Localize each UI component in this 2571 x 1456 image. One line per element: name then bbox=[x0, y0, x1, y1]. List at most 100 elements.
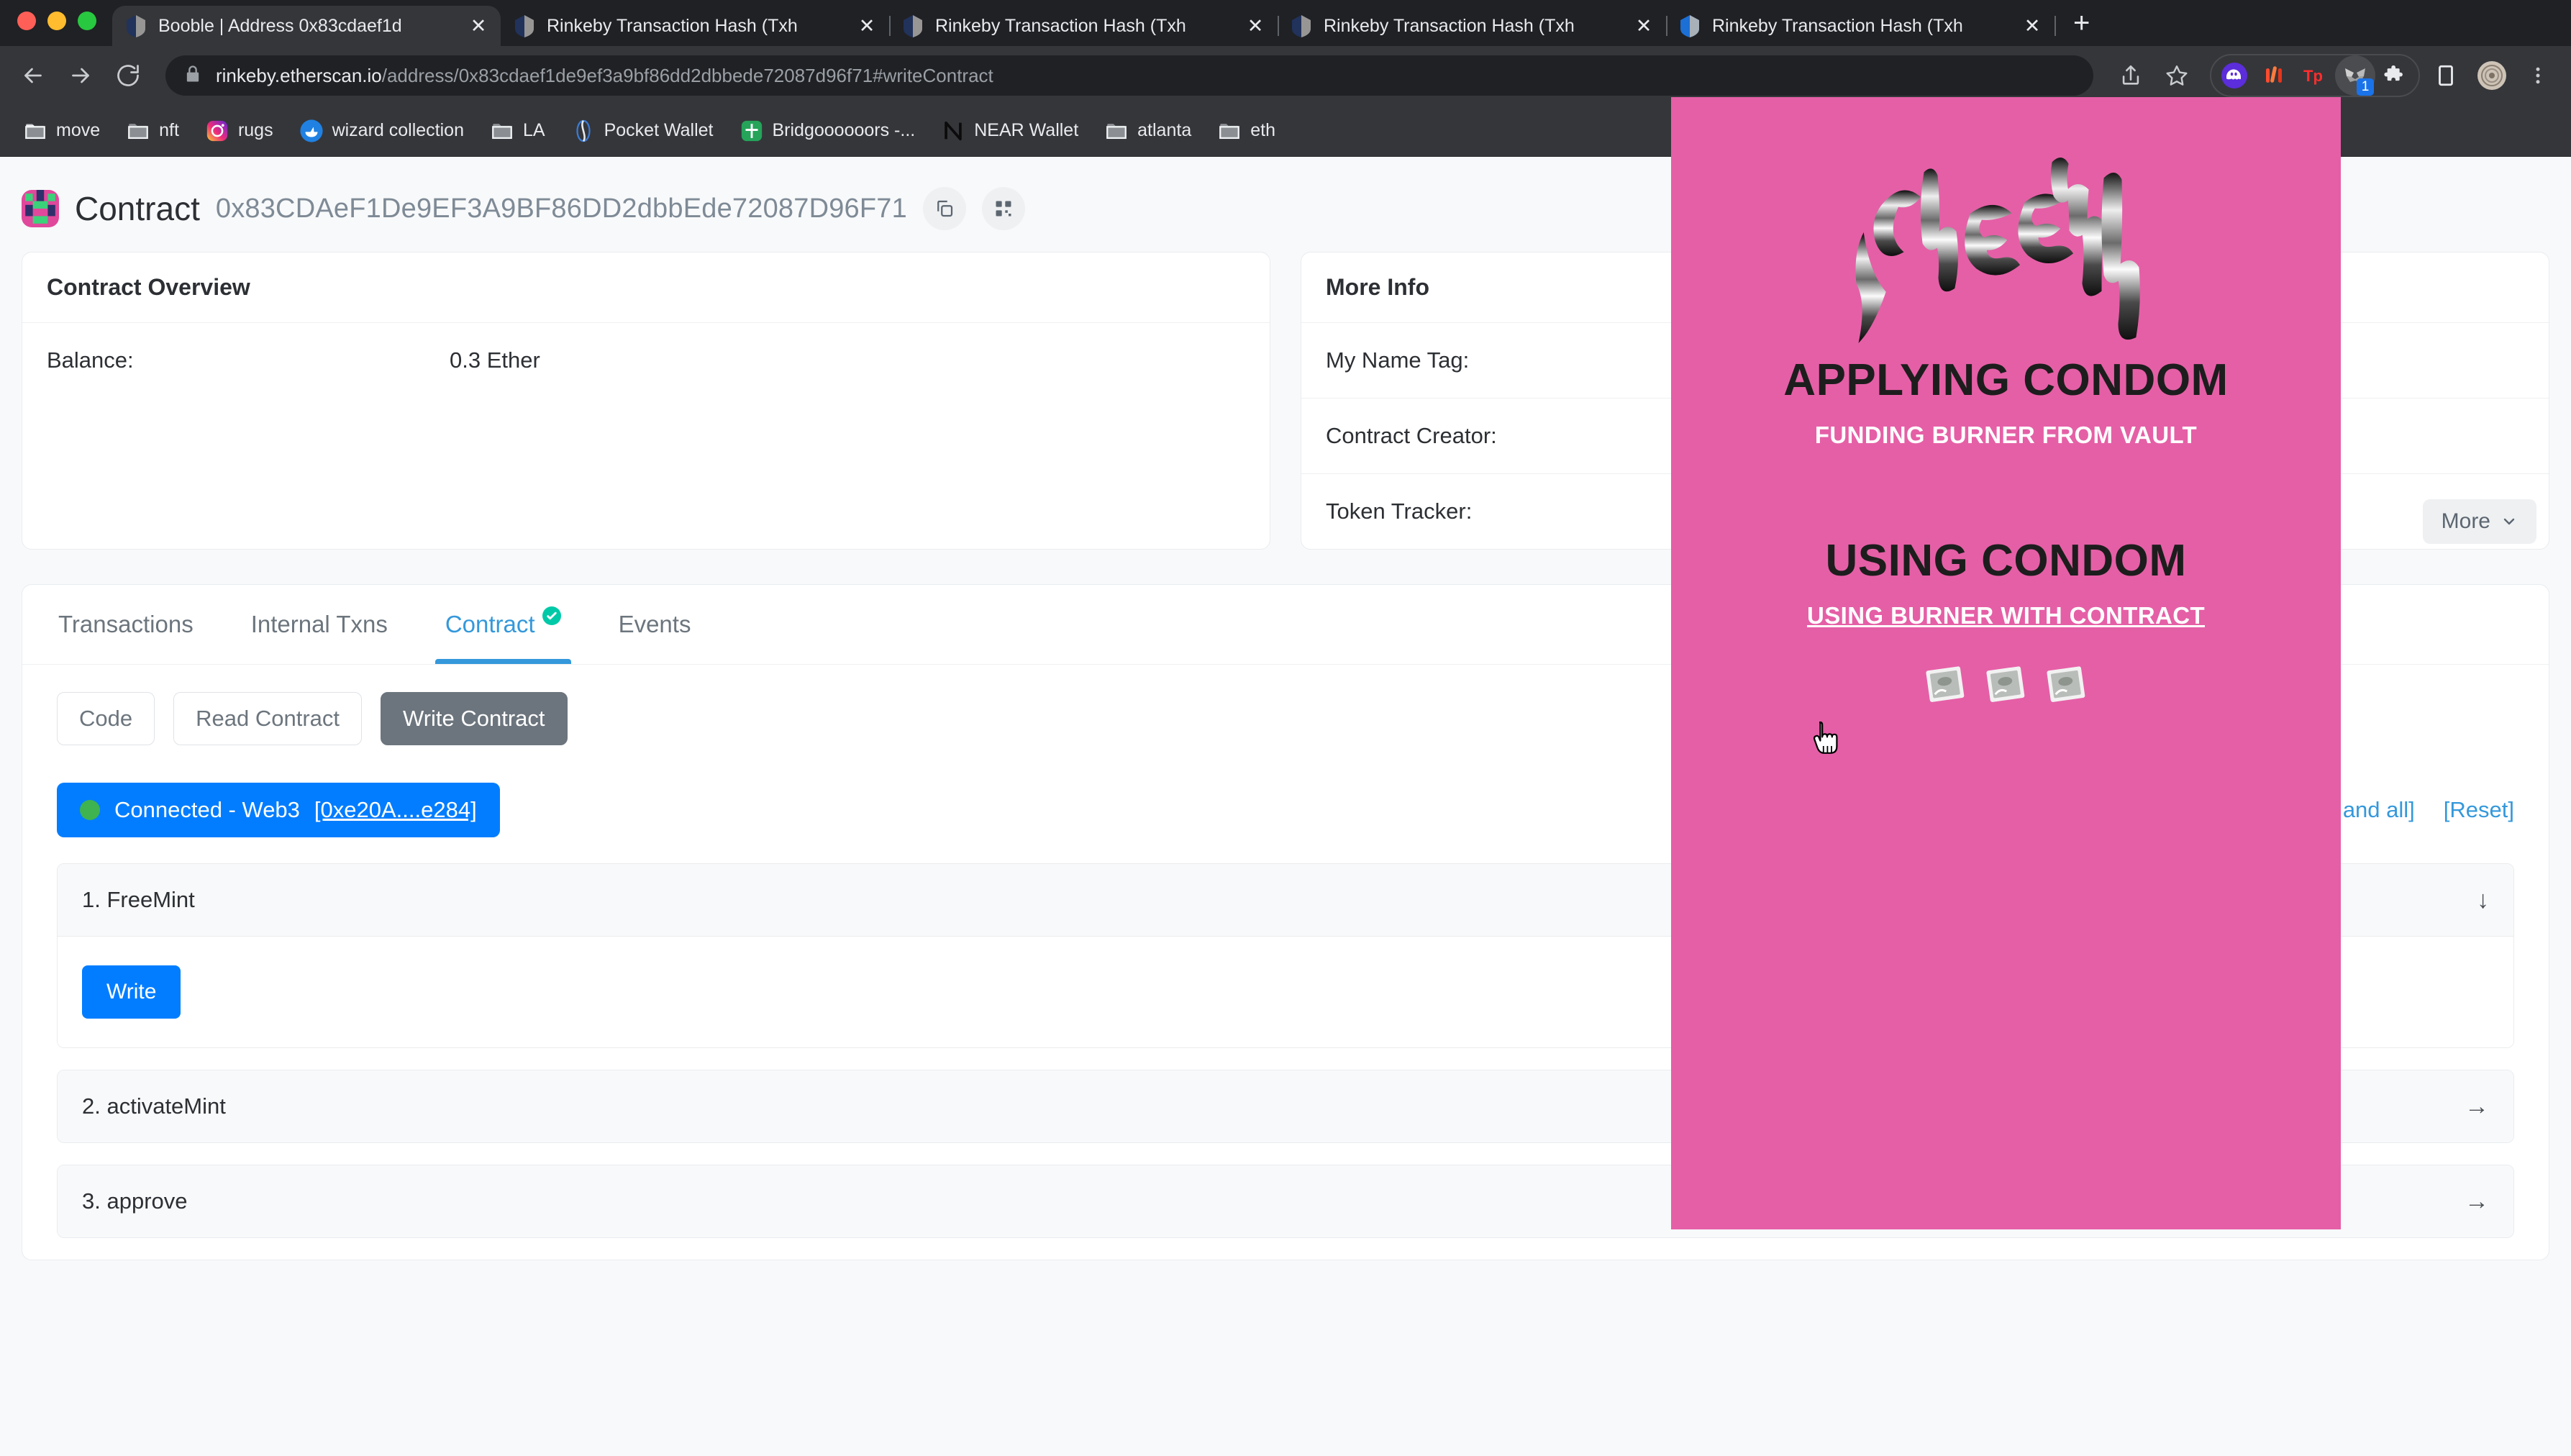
metamask-icon[interactable]: 1 bbox=[2335, 55, 2375, 96]
etherscan-favicon bbox=[1678, 14, 1702, 38]
overlay-spacer bbox=[1671, 449, 2341, 535]
bookmark-item[interactable]: NEAR Wallet bbox=[931, 113, 1088, 149]
bookmark-item[interactable]: Pocket Wallet bbox=[561, 113, 724, 149]
browser-tab[interactable]: Rinkeby Transaction Hash (Txh ✕ bbox=[889, 6, 1279, 46]
folder-icon bbox=[1106, 123, 1127, 139]
condom-packet-icon bbox=[1984, 664, 2029, 706]
browser-tab[interactable]: Rinkeby Transaction Hash (Txh ✕ bbox=[1666, 6, 2056, 46]
etherscan-favicon bbox=[124, 14, 148, 38]
profile-avatar[interactable] bbox=[2472, 55, 2512, 96]
bookmark-item[interactable]: Bridgoooooors -... bbox=[729, 113, 926, 149]
bridge-icon bbox=[741, 120, 762, 141]
extensions-pill: Tp 1 bbox=[2210, 54, 2420, 97]
contract-overview-card: Contract Overview Balance: 0.3 Ether bbox=[22, 252, 1270, 550]
subtab-read-contract[interactable]: Read Contract bbox=[173, 692, 362, 745]
tokenpocket-icon[interactable]: Tp bbox=[2295, 55, 2335, 96]
bookmark-item[interactable]: eth bbox=[1207, 113, 1286, 149]
folder-icon bbox=[128, 123, 149, 139]
close-window-button[interactable] bbox=[17, 12, 36, 30]
browser-tab[interactable]: Booble | Address 0x83cdaef1d ✕ bbox=[112, 6, 501, 46]
minimize-window-button[interactable] bbox=[47, 12, 66, 30]
page-title: Contract bbox=[75, 190, 200, 227]
tab-label: Internal Txns bbox=[250, 611, 388, 637]
address-bar[interactable]: rinkeby.etherscan.io/address/0x83cdaef1d… bbox=[165, 55, 2093, 96]
bookmark-item[interactable]: wizard collection bbox=[289, 113, 474, 149]
reset-link[interactable]: [Reset] bbox=[2444, 797, 2514, 823]
expand-all-link[interactable]: and all] bbox=[2343, 797, 2415, 823]
etherscan-favicon bbox=[901, 14, 925, 38]
copy-icon[interactable] bbox=[922, 187, 966, 230]
overlay-link-using-burner[interactable]: USING BURNER WITH CONTRACT bbox=[1671, 602, 2341, 629]
url-text: rinkeby.etherscan.io/address/0x83cdaef1d… bbox=[216, 65, 993, 87]
browser-tab-title: Rinkeby Transaction Hash (Txh bbox=[935, 15, 1186, 36]
lock-icon bbox=[183, 64, 203, 88]
browser-menu-icon[interactable] bbox=[2518, 55, 2558, 96]
tab-contract[interactable]: Contract bbox=[417, 585, 590, 664]
close-tab-button[interactable]: ✕ bbox=[2021, 15, 2043, 37]
window-controls[interactable] bbox=[7, 12, 112, 46]
condom-overlay-panel: APPLYING CONDOM FUNDING BURNER FROM VAUL… bbox=[1671, 97, 2341, 1229]
bookmark-item[interactable]: move bbox=[13, 113, 110, 149]
bookmark-label: Pocket Wallet bbox=[604, 120, 714, 140]
new-tab-button[interactable]: + bbox=[2073, 9, 2090, 37]
share-icon[interactable] bbox=[2111, 55, 2151, 96]
contract-overview-body: Balance: 0.3 Ether bbox=[22, 323, 1270, 539]
bookmark-item[interactable]: nft bbox=[116, 113, 189, 149]
bookmark-item[interactable]: rugs bbox=[195, 113, 283, 149]
bookmark-item[interactable]: LA bbox=[480, 113, 555, 149]
svg-text:Tp: Tp bbox=[2303, 67, 2323, 85]
bookmark-star-icon[interactable] bbox=[2157, 55, 2197, 96]
arrow-right-icon[interactable]: → bbox=[2465, 1189, 2489, 1214]
chevron-down-icon[interactable]: ↓ bbox=[2477, 888, 2489, 912]
arrow-right-icon[interactable]: → bbox=[2465, 1094, 2489, 1119]
tab-events[interactable]: Events bbox=[590, 585, 720, 664]
extension-badge-count: 1 bbox=[2357, 78, 2374, 96]
close-tab-button[interactable]: ✕ bbox=[468, 15, 489, 37]
back-button[interactable] bbox=[13, 55, 53, 96]
contract-creator-label: Contract Creator: bbox=[1326, 423, 1497, 448]
folder-icon bbox=[25, 123, 45, 139]
connected-address[interactable]: [0xe20A....e284] bbox=[314, 797, 477, 823]
rainbow-wallet-icon[interactable] bbox=[2254, 55, 2295, 96]
bookmark-label: wizard collection bbox=[332, 120, 464, 140]
pocket-wallet-icon bbox=[575, 119, 591, 142]
tab-transactions[interactable]: Transactions bbox=[29, 585, 222, 664]
opensea-icon bbox=[299, 119, 323, 142]
more-button[interactable]: More bbox=[2422, 499, 2536, 544]
browser-tab-title: Rinkeby Transaction Hash (Txh bbox=[1712, 15, 1963, 36]
subtab-code[interactable]: Code bbox=[57, 692, 155, 745]
browser-tab[interactable]: Rinkeby Transaction Hash (Txh ✕ bbox=[501, 6, 891, 46]
write-button[interactable]: Write bbox=[82, 965, 181, 1019]
qr-code-icon[interactable] bbox=[981, 187, 1025, 230]
tab-internal-txns[interactable]: Internal Txns bbox=[222, 585, 417, 664]
browser-tab-title: Rinkeby Transaction Hash (Txh bbox=[1324, 15, 1575, 36]
maximize-window-button[interactable] bbox=[78, 12, 96, 30]
forward-button[interactable] bbox=[60, 55, 101, 96]
token-tracker-label: Token Tracker: bbox=[1326, 499, 1473, 524]
overlay-heading-using: USING CONDOM bbox=[1825, 536, 2187, 586]
function-title: 3. approve bbox=[82, 1188, 188, 1214]
phantom-wallet-icon[interactable] bbox=[2214, 55, 2254, 96]
browser-tab[interactable]: Rinkeby Transaction Hash (Txh ✕ bbox=[1278, 6, 1667, 46]
contract-address: 0x83CDAeF1De9EF3A9BF86DD2dbbEde72087D96F… bbox=[215, 193, 907, 224]
reload-button[interactable] bbox=[108, 55, 148, 96]
more-button-label: More bbox=[2441, 509, 2490, 533]
function-title: 2. activateMint bbox=[82, 1093, 226, 1119]
verified-check-icon bbox=[542, 606, 561, 625]
subtab-write-contract[interactable]: Write Contract bbox=[381, 692, 568, 745]
close-tab-button[interactable]: ✕ bbox=[1633, 15, 1655, 37]
avatar bbox=[22, 190, 59, 227]
web3-connect-button[interactable]: Connected - Web3 [0xe20A....e284] bbox=[57, 783, 500, 837]
tab-strip: Booble | Address 0x83cdaef1d ✕ Rinkeby T… bbox=[0, 0, 2571, 46]
bookmark-label: NEAR Wallet bbox=[974, 120, 1079, 140]
bookmark-item[interactable]: atlanta bbox=[1094, 113, 1201, 149]
tab-label: Contract bbox=[445, 611, 535, 637]
bookmark-label: move bbox=[56, 120, 101, 140]
cheeth-logo bbox=[1671, 117, 2341, 355]
reading-list-icon[interactable] bbox=[2426, 55, 2466, 96]
bookmark-label: rugs bbox=[237, 120, 273, 140]
close-tab-button[interactable]: ✕ bbox=[856, 15, 878, 37]
bookmark-label: nft bbox=[159, 120, 179, 140]
close-tab-button[interactable]: ✕ bbox=[1244, 15, 1266, 37]
extensions-puzzle-icon[interactable] bbox=[2375, 55, 2416, 96]
